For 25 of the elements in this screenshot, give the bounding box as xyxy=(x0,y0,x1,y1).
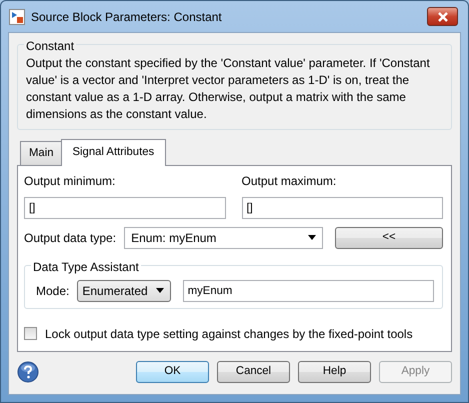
checkbox[interactable] xyxy=(24,327,37,340)
dialog-button[interactable]: OK xyxy=(136,360,209,383)
help-icon[interactable] xyxy=(17,360,39,383)
data-type-dropdown[interactable]: Enum: myEnum xyxy=(124,226,323,249)
mode-dropdown[interactable]: Enumerated xyxy=(77,280,171,302)
close-button[interactable] xyxy=(427,7,458,26)
field-label: Output data type: xyxy=(24,230,116,247)
app-icon xyxy=(9,8,25,24)
window-title: Source Block Parameters: Constant xyxy=(31,8,222,26)
tab[interactable]: Signal Attributes xyxy=(60,139,166,166)
field-label: Output maximum: xyxy=(242,172,338,190)
close-icon[interactable] xyxy=(436,12,448,22)
input-field[interactable]: myEnum xyxy=(182,280,434,302)
caret-icon[interactable] xyxy=(308,235,316,240)
field-label: Mode: xyxy=(36,282,70,300)
input-field[interactable]: [] xyxy=(242,196,443,219)
caret-icon[interactable] xyxy=(156,288,164,294)
field-label: Output minimum: xyxy=(24,172,116,190)
block-description: Output the constant specified by the 'Constant value' parameter. If 'Constant value' is a vector and 'Interpret vector parameters as 1-D' is on, treat the constant value as a 1-D array. Otherwise, output a matrix with the same dimensions as the constant value. xyxy=(26,55,431,123)
dialog-button[interactable]: Cancel xyxy=(217,360,290,383)
assistant-toggle-button[interactable]: << xyxy=(335,226,443,249)
checkbox-label: Lock output data type setting against changes by the fixed-point tools xyxy=(45,326,413,343)
input-field[interactable]: [] xyxy=(24,196,226,219)
dialog-button[interactable]: Help xyxy=(298,360,371,383)
tab[interactable]: Main xyxy=(20,141,62,165)
